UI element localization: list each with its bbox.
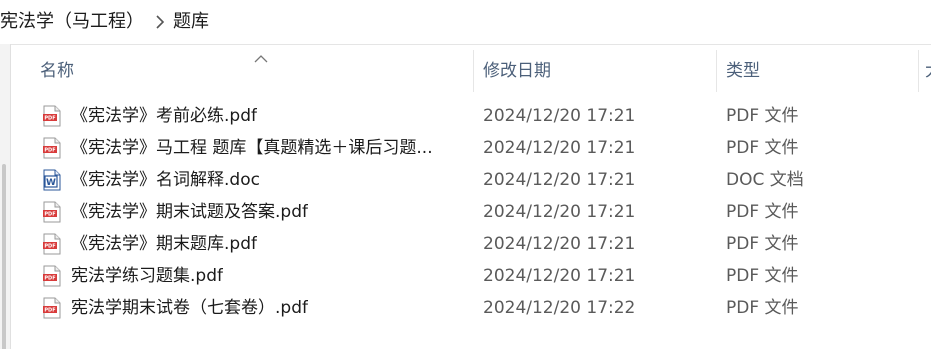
breadcrumb-item-parent[interactable]: 宪法学（马工程） (0, 0, 144, 44)
file-type: PDF 文件 (726, 234, 799, 254)
svg-text:PDF: PDF (44, 244, 55, 250)
file-name[interactable]: 《宪法学》期末题库.pdf (71, 228, 257, 260)
file-type: PDF 文件 (726, 202, 799, 222)
file-modified-date: 2024/12/20 17:21 (483, 106, 636, 126)
svg-text:PDF: PDF (44, 212, 55, 218)
column-header: 名称 修改日期 类型 大 (10, 44, 931, 98)
file-row[interactable]: PDF 《宪法学》期末题库.pdf 2024/12/20 17:21 PDF 文件 (10, 228, 931, 260)
file-row[interactable]: PDF 《宪法学》考前必练.pdf 2024/12/20 17:21 PDF 文件 (10, 100, 931, 132)
file-type: PDF 文件 (726, 138, 799, 158)
word-doc-icon: W (43, 169, 61, 191)
file-row[interactable]: PDF 《宪法学》马工程 题库【真题精选＋课后习题... 2024/12/20 17… (10, 132, 931, 164)
column-divider[interactable] (473, 50, 474, 92)
file-modified-date: 2024/12/20 17:21 (483, 138, 636, 158)
file-name[interactable]: 《宪法学》期末试题及答案.pdf (71, 196, 308, 228)
file-name[interactable]: 《宪法学》考前必练.pdf (71, 100, 257, 132)
breadcrumb: 宪法学（马工程） 题库 (0, 0, 931, 45)
file-row[interactable]: PDF 《宪法学》期末试题及答案.pdf 2024/12/20 17:21 PDF 文… (10, 196, 931, 228)
file-name[interactable]: 宪法学练习题集.pdf (71, 260, 223, 292)
svg-text:PDF: PDF (44, 148, 55, 154)
column-header-name[interactable]: 名称 (40, 44, 74, 98)
nav-scrollbar[interactable] (2, 164, 6, 349)
svg-text:PDF: PDF (44, 276, 55, 282)
file-explorer-window: 宪法学（马工程） 题库 名称 修改日期 类型 大 PDF 《宪法学》考前必练.pd… (0, 0, 931, 349)
file-name[interactable]: 《宪法学》马工程 题库【真题精选＋课后习题... (71, 132, 433, 164)
column-divider[interactable] (918, 50, 919, 92)
file-modified-date: 2024/12/20 17:21 (483, 266, 636, 286)
file-type: PDF 文件 (726, 266, 799, 286)
pdf-file-icon: PDF (43, 265, 61, 287)
svg-text:PDF: PDF (44, 116, 55, 122)
column-header-size[interactable]: 大 (925, 44, 931, 98)
pdf-file-icon: PDF (43, 137, 61, 159)
file-name[interactable]: 《宪法学》名词解释.doc (71, 164, 260, 196)
column-divider[interactable] (716, 50, 717, 92)
file-list: PDF 《宪法学》考前必练.pdf 2024/12/20 17:21 PDF 文件 PD… (10, 100, 931, 324)
file-type: PDF 文件 (726, 298, 799, 318)
pdf-file-icon: PDF (43, 105, 61, 127)
svg-text:W: W (46, 178, 56, 188)
file-modified-date: 2024/12/20 17:21 (483, 234, 636, 254)
file-type: PDF 文件 (726, 106, 799, 126)
pdf-file-icon: PDF (43, 297, 61, 319)
column-header-type[interactable]: 类型 (726, 44, 760, 98)
svg-text:PDF: PDF (44, 308, 55, 314)
column-header-date[interactable]: 修改日期 (483, 44, 551, 98)
file-name[interactable]: 宪法学期末试卷（七套卷）.pdf (71, 292, 308, 324)
file-modified-date: 2024/12/20 17:21 (483, 170, 636, 190)
breadcrumb-item-current[interactable]: 题库 (173, 0, 209, 44)
file-row[interactable]: PDF 宪法学期末试卷（七套卷）.pdf 2024/12/20 17:22 PDF 文… (10, 292, 931, 324)
file-modified-date: 2024/12/20 17:21 (483, 202, 636, 222)
file-type: DOC 文档 (726, 170, 804, 190)
file-modified-date: 2024/12/20 17:22 (483, 298, 636, 318)
pdf-file-icon: PDF (43, 233, 61, 255)
sort-ascending-icon (254, 49, 268, 63)
chevron-right-icon[interactable] (152, 14, 168, 30)
pdf-file-icon: PDF (43, 201, 61, 223)
file-row[interactable]: PDF 宪法学练习题集.pdf 2024/12/20 17:21 PDF 文件 (10, 260, 931, 292)
file-row[interactable]: W 《宪法学》名词解释.doc 2024/12/20 17:21 DOC 文档 (10, 164, 931, 196)
